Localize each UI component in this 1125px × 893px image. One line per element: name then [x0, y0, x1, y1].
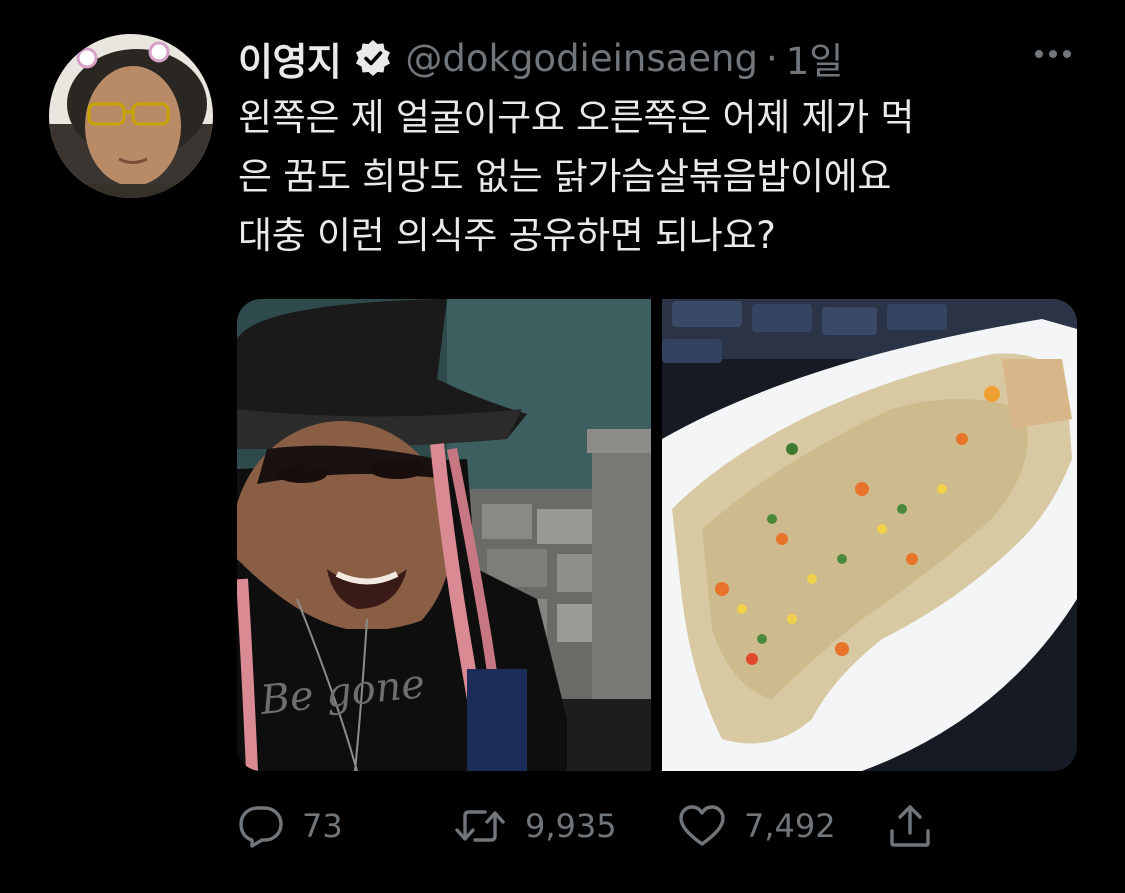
verified-badge-icon [353, 38, 393, 78]
more-options-button[interactable] [1031, 36, 1075, 72]
tweet-text-line: 왼쪽은 제 얼굴이구요 오른쪽은 어제 제가 먹 [238, 96, 915, 139]
timestamp[interactable]: 1일 [786, 31, 844, 85]
retweet-count: 9,935 [525, 807, 617, 845]
avatar[interactable] [49, 34, 213, 198]
user-handle[interactable]: @dokgodieinsaeng [405, 37, 758, 80]
tweet-text-line: 은 꿈도 희망도 없는 닭가슴살볶음밥이에요 [238, 155, 892, 198]
fried-rice-photo[interactable] [662, 299, 1077, 771]
separator-dot: · [765, 36, 778, 80]
reply-count: 73 [302, 807, 343, 845]
reply-icon [239, 806, 283, 848]
reply-button[interactable]: 73 [238, 796, 343, 856]
action-bar: 73 9,935 7,492 [238, 796, 958, 856]
retweet-icon [455, 810, 505, 842]
share-button[interactable] [888, 796, 932, 856]
like-button[interactable]: 7,492 [678, 796, 836, 856]
like-count: 7,492 [744, 807, 836, 845]
more-dots-icon [1035, 50, 1071, 58]
tweet[interactable]: 이영지 @dokgodieinsaeng · 1일 왼쪽은 제 얼굴이구요 오른… [0, 0, 1125, 893]
tweet-text: 왼쪽은 제 얼굴이구요 오른쪽은 어제 제가 먹 은 꿈도 희망도 없는 닭가슴… [238, 88, 1078, 265]
tweet-header: 이영지 @dokgodieinsaeng · 1일 [238, 30, 843, 86]
retweet-button[interactable]: 9,935 [453, 796, 617, 856]
display-name[interactable]: 이영지 [238, 31, 342, 86]
selfie-photo[interactable]: Be gone [237, 299, 651, 771]
share-icon [890, 805, 930, 847]
profile-photo [49, 34, 213, 198]
media-gallery: Be gone [237, 299, 1077, 771]
heart-icon [679, 805, 725, 846]
tweet-text-line: 대충 이런 의식주 공유하면 되나요? [238, 214, 776, 257]
